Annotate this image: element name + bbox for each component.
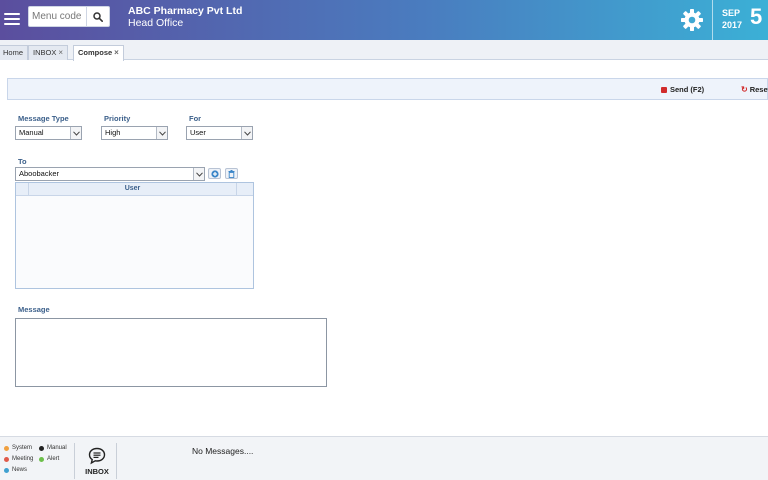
- message-textarea[interactable]: [15, 318, 327, 387]
- message-type-value: Manual: [19, 128, 44, 137]
- add-recipient-button[interactable]: [208, 168, 221, 179]
- chevron-down-icon: [241, 127, 252, 139]
- to-label: To: [18, 157, 27, 166]
- chevron-down-icon: [70, 127, 81, 139]
- chevron-down-icon: [193, 168, 204, 180]
- legend-dot: [39, 445, 44, 451]
- grid-select-column[interactable]: [16, 183, 29, 195]
- footer-divider: [74, 443, 75, 479]
- gear-icon[interactable]: [680, 8, 704, 32]
- top-header: ABC Pharmacy Pvt Ltd Head Office: [0, 0, 768, 40]
- tab-inbox[interactable]: INBOX ×: [28, 45, 69, 60]
- tab-bar: Home INBOX × Compose ×: [0, 40, 768, 61]
- recipient-grid: User: [15, 182, 254, 289]
- date-day: 5: [750, 4, 763, 29]
- header-divider: [712, 0, 713, 40]
- legend-label: Manual: [47, 445, 67, 451]
- menu-code-search: [28, 6, 110, 27]
- app-window: ABC Pharmacy Pvt Ltd Head Office: [0, 0, 768, 480]
- search-button[interactable]: [86, 7, 109, 26]
- company-name: ABC Pharmacy Pvt Ltd: [128, 5, 243, 17]
- menu-code-input[interactable]: [29, 7, 86, 26]
- to-recipient-value: Aboobacker: [19, 169, 60, 178]
- grid-header: User: [16, 183, 253, 196]
- send-label: Send (F2): [670, 85, 705, 94]
- legend-manual: Manual: [39, 445, 67, 451]
- branch-name: Head Office: [128, 17, 184, 29]
- legend-alert: Alert: [39, 456, 59, 462]
- grid-end-column: [236, 183, 253, 195]
- legend-label: Alert: [47, 456, 60, 462]
- message-type-label: Message Type: [18, 114, 69, 123]
- tab-label: Compose: [78, 48, 113, 57]
- priority-label: Priority: [104, 114, 131, 123]
- chat-icon: [88, 447, 106, 465]
- delete-recipient-button[interactable]: [225, 168, 238, 179]
- chevron-down-icon: [156, 127, 167, 139]
- legend-system: System: [4, 445, 32, 451]
- for-value: User: [190, 128, 206, 137]
- legend-dot: [4, 445, 9, 451]
- tab-label: INBOX: [33, 48, 57, 57]
- message-type-select[interactable]: Manual: [15, 126, 82, 140]
- to-recipient-select[interactable]: Aboobacker: [15, 167, 205, 181]
- tab-compose[interactable]: Compose ×: [73, 45, 124, 61]
- inbox-button[interactable]: INBOX: [82, 447, 112, 479]
- action-toolbar: Send (F2) ↻ Reset: [7, 78, 768, 100]
- inbox-label: INBOX: [85, 467, 109, 476]
- company-info: ABC Pharmacy Pvt Ltd Head Office: [128, 5, 242, 30]
- date-year: 2017: [722, 20, 743, 30]
- tab-home[interactable]: Home: [0, 45, 29, 60]
- for-select[interactable]: User: [186, 126, 253, 140]
- legend-label: System: [12, 445, 33, 451]
- trash-icon: [228, 169, 235, 178]
- tab-label: Home: [3, 48, 24, 57]
- date-display: SEP 2017 5: [716, 4, 768, 36]
- legend-dot: [4, 456, 9, 462]
- send-button[interactable]: Send (F2): [661, 85, 704, 94]
- legend-dot: [39, 456, 44, 462]
- search-icon: [93, 11, 103, 22]
- date-month: SEP: [722, 8, 741, 18]
- status-text: No Messages....: [192, 446, 254, 456]
- add-icon: [210, 169, 219, 178]
- priority-value: High: [105, 128, 121, 137]
- priority-select[interactable]: High: [101, 126, 168, 140]
- close-icon[interactable]: ×: [58, 48, 63, 57]
- reset-label: Reset: [749, 85, 768, 94]
- legend-meeting: Meeting: [4, 456, 33, 462]
- footer-bar: System Manual Meeting Alert News INBOX N…: [0, 436, 768, 480]
- reset-icon: ↻: [741, 85, 748, 94]
- for-label: For: [189, 114, 202, 123]
- legend-label: News: [12, 467, 28, 473]
- legend-news: News: [4, 467, 27, 473]
- footer-divider: [116, 443, 117, 479]
- reset-button[interactable]: ↻ Reset: [741, 85, 768, 94]
- close-icon[interactable]: ×: [114, 48, 119, 57]
- user-column-header[interactable]: User: [29, 183, 236, 195]
- hamburger-icon[interactable]: [4, 10, 20, 26]
- send-icon: [661, 86, 667, 93]
- legend-dot: [4, 467, 9, 473]
- message-label: Message: [18, 305, 50, 314]
- legend-label: Meeting: [12, 456, 34, 462]
